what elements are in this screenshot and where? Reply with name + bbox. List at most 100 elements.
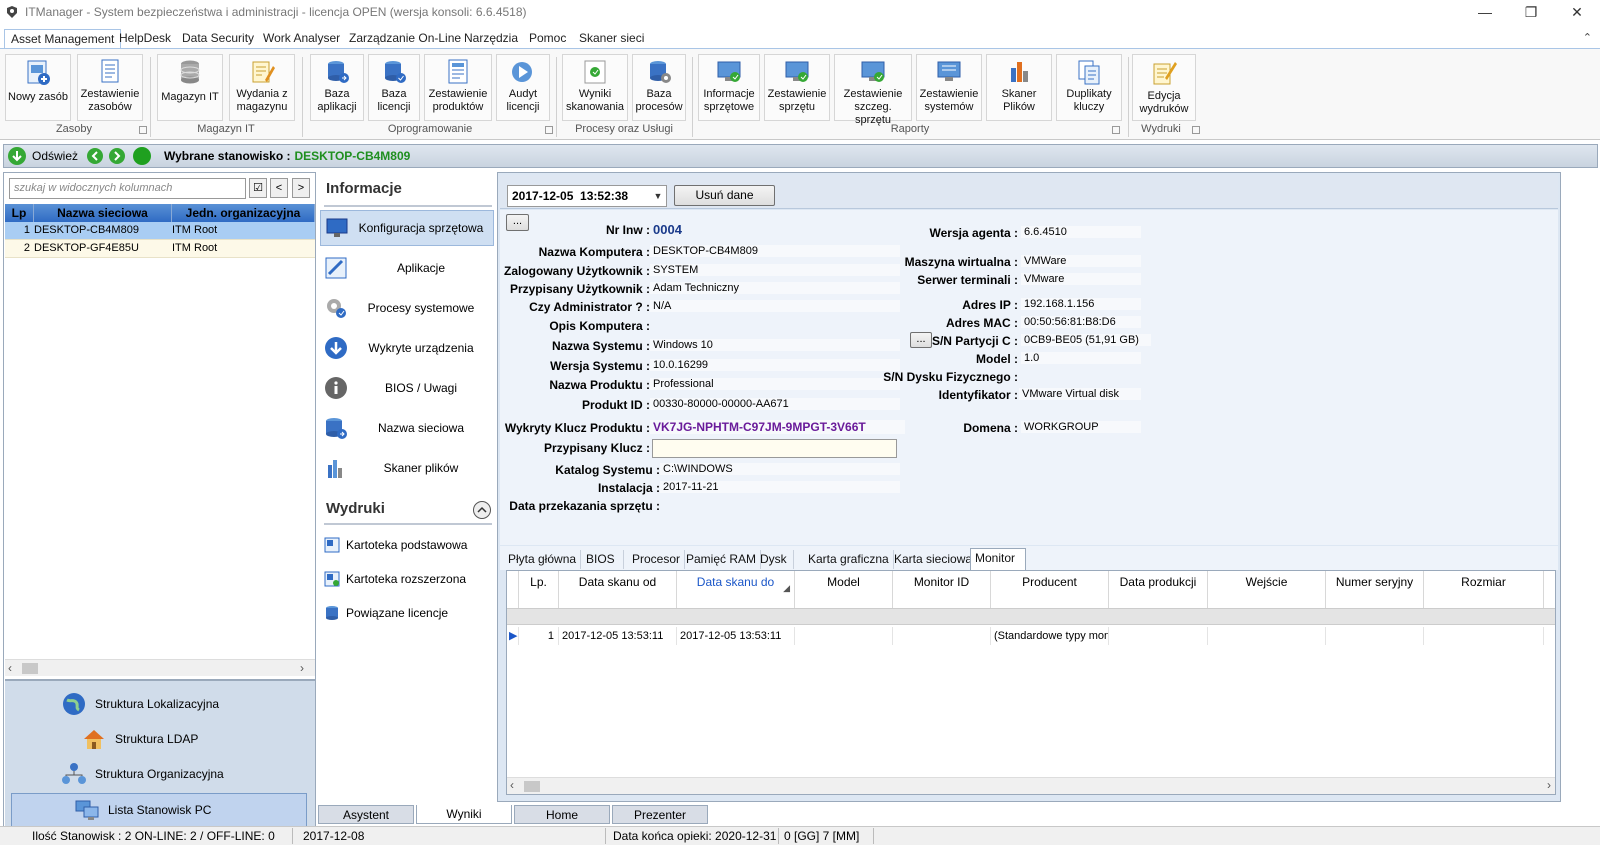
assigned-key-input[interactable] — [652, 439, 897, 458]
label-mac-address: Adres MAC : — [945, 316, 1018, 330]
scroll-right-icon[interactable]: › — [1547, 778, 1551, 792]
tab-helpdesk[interactable]: HelpDesk — [113, 29, 177, 49]
asset-report-button[interactable]: Zestawienie zasobów — [77, 54, 143, 121]
col-input[interactable]: Wejście — [1208, 571, 1326, 608]
scroll-thumb[interactable] — [524, 781, 540, 792]
license-audit-button[interactable]: Audyt licencji — [496, 54, 550, 121]
hardware-report-button[interactable]: Zestawienie sprzętu — [764, 54, 830, 121]
tab-bios[interactable]: BIOS — [582, 550, 624, 569]
print-basic-card[interactable]: Kartoteka podstawowa — [324, 534, 467, 556]
app-database-button[interactable]: Baza aplikacji — [310, 54, 364, 121]
col-monitor-id[interactable]: Monitor ID — [893, 571, 991, 608]
it-warehouse-button[interactable]: Magazyn IT — [157, 54, 223, 121]
scroll-right-icon[interactable]: › — [300, 661, 314, 675]
more-options-button[interactable]: ... — [506, 214, 529, 231]
tab-home[interactable]: Home — [514, 805, 610, 824]
col-scan-from[interactable]: Data skanu od — [559, 571, 677, 608]
col-network-name[interactable]: Nazwa sieciowa — [34, 204, 172, 222]
group-launcher-icon[interactable] — [139, 126, 147, 134]
table-row[interactable]: 1 DESKTOP-CB4M809 ITM Root — [5, 222, 315, 240]
menu-bios-notes[interactable]: BIOS / Uwagi — [320, 370, 494, 406]
product-report-button[interactable]: Zestawienie produktów — [424, 54, 492, 121]
tab-narzedzia[interactable]: Narzędzia — [458, 29, 524, 49]
search-next-button[interactable]: > — [292, 178, 310, 198]
menu-detected-devices[interactable]: Wykryte urządzenia — [320, 330, 494, 366]
nav-pc-stations-list[interactable]: Lista Stanowisk PC — [11, 793, 307, 827]
tab-disk[interactable]: Dysk — [756, 550, 794, 569]
hardware-info-button[interactable]: Informacje sprzętowe — [698, 54, 760, 121]
close-button[interactable]: ✕ — [1554, 0, 1600, 24]
col-scan-to[interactable]: Data skanu do ◢ — [677, 571, 795, 608]
table-row[interactable]: 2 DESKTOP-GF4E85U ITM Root — [5, 240, 315, 258]
col-lp[interactable]: Lp — [5, 204, 34, 222]
collapse-ribbon-icon[interactable]: ⌃ — [1583, 31, 1592, 44]
chevron-down-icon[interactable]: ▼ — [650, 186, 666, 206]
tab-motherboard[interactable]: Płyta główna — [504, 550, 582, 569]
systems-report-button[interactable]: Zestawienie systemów — [916, 54, 982, 121]
hardware-detail-report-button[interactable]: Zestawienie szczeg. sprzętu — [834, 54, 912, 126]
tab-asset-management[interactable]: Asset Management — [4, 29, 122, 49]
horizontal-scrollbar[interactable]: ‹ › — [507, 777, 1555, 794]
filter-row[interactable] — [507, 609, 1555, 625]
table-row[interactable]: ▶ 1 2017-12-05 13:53:11 2017-12-05 13:53… — [507, 627, 1555, 645]
col-model[interactable]: Model — [795, 571, 893, 608]
col-serial-number[interactable]: Numer seryjny — [1326, 571, 1424, 608]
license-database-button[interactable]: Baza licencji — [368, 54, 420, 121]
search-prev-button[interactable]: < — [270, 178, 288, 198]
menu-network-name[interactable]: Nazwa sieciowa — [320, 410, 494, 446]
group-launcher-icon[interactable] — [1112, 126, 1120, 134]
col-production-date[interactable]: Data produkcji — [1109, 571, 1208, 608]
filter-checkbox[interactable]: ☑ — [249, 178, 267, 198]
group-launcher-icon[interactable] — [545, 126, 553, 134]
tab-prezenter[interactable]: Prezenter — [612, 805, 708, 824]
forward-icon[interactable] — [108, 147, 126, 165]
scan-date-select[interactable]: 2017-12-05 13:52:38 ▼ — [507, 185, 667, 207]
delete-data-button[interactable]: Usuń dane — [674, 185, 775, 206]
menu-hardware-config[interactable]: Konfiguracja sprzętowa — [320, 210, 494, 246]
nav-ldap-structure[interactable]: Struktura LDAP — [5, 722, 315, 756]
refresh-button[interactable]: Odśwież — [32, 149, 78, 163]
tab-ram[interactable]: Pamięć RAM — [682, 550, 762, 569]
print-related-licenses[interactable]: Powiązane licencje — [324, 602, 448, 624]
nav-org-structure[interactable]: Struktura Organizacyjna — [5, 757, 315, 791]
value-system-name: Windows 10 — [650, 339, 900, 351]
scroll-left-icon[interactable]: ‹ — [510, 778, 514, 792]
duplicate-keys-button[interactable]: Duplikaty kluczy — [1056, 54, 1122, 121]
tab-pomoc[interactable]: Pomoc — [523, 29, 572, 49]
back-icon[interactable] — [86, 147, 104, 165]
tab-wyniki[interactable]: Wyniki — [416, 805, 512, 824]
search-input[interactable]: szukaj w widocznych kolumnach — [9, 178, 246, 199]
tab-network-card[interactable]: Karta sieciowa — [890, 550, 978, 569]
scroll-left-icon[interactable]: ‹ — [8, 661, 22, 675]
file-scanner-button[interactable]: Skaner Plików — [986, 54, 1052, 121]
partition-details-button[interactable]: ... — [910, 332, 932, 348]
tab-monitor[interactable]: Monitor — [970, 548, 1026, 570]
col-size[interactable]: Rozmiar — [1424, 571, 1544, 608]
tab-data-security[interactable]: Data Security — [176, 29, 260, 49]
menu-applications[interactable]: Aplikacje — [320, 250, 494, 286]
process-database-button[interactable]: Baza procesów — [632, 54, 686, 121]
nav-location-structure[interactable]: Struktura Lokalizacyjna — [5, 687, 315, 721]
tab-zarzadzanie-online[interactable]: Zarządzanie On-Line — [343, 29, 467, 49]
tab-processor[interactable]: Procesor — [628, 550, 686, 569]
warehouse-release-button[interactable]: Wydania z magazynu — [229, 54, 295, 121]
tab-asystent[interactable]: Asystent — [318, 805, 414, 824]
tab-work-analyser[interactable]: Work Analyser — [257, 29, 346, 49]
col-org-unit[interactable]: Jedn. organizacyjna — [172, 204, 315, 222]
group-launcher-icon[interactable] — [1192, 126, 1200, 134]
edit-prints-button[interactable]: Edycja wydruków — [1132, 54, 1196, 121]
minimize-button[interactable]: — — [1462, 0, 1508, 24]
print-extended-card[interactable]: Kartoteka rozszerzona — [324, 568, 466, 590]
tab-graphics-card[interactable]: Karta graficzna — [804, 550, 894, 569]
menu-system-processes[interactable]: Procesy systemowe — [320, 290, 494, 326]
tab-skaner-sieci[interactable]: Skaner sieci — [573, 29, 650, 49]
horizontal-scrollbar[interactable]: ‹ › — [5, 659, 315, 676]
menu-file-scanner[interactable]: Skaner plików — [320, 450, 494, 486]
col-lp[interactable]: Lp. — [519, 571, 559, 608]
maximize-button[interactable]: ❐ — [1508, 0, 1554, 24]
col-producer[interactable]: Producent — [991, 571, 1109, 608]
collapse-up-icon[interactable] — [472, 500, 492, 520]
scroll-thumb[interactable] — [22, 663, 38, 674]
new-asset-button[interactable]: Nowy zasób — [5, 54, 71, 121]
scan-results-button[interactable]: Wyniki skanowania — [562, 54, 628, 121]
